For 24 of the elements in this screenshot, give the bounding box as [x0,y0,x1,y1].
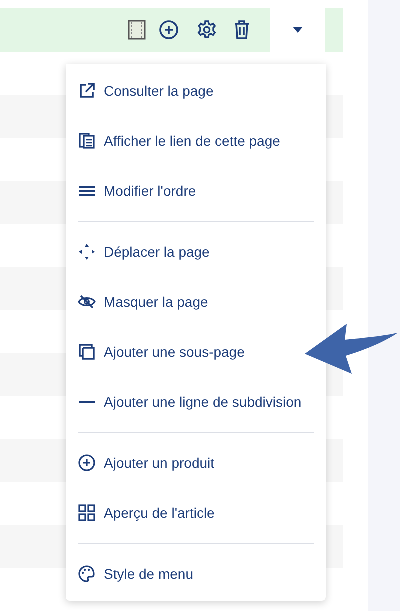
menu-item[interactable]: Ajouter une sous-page [66,327,251,377]
caret-icon [292,27,302,33]
subpage-icon [78,343,96,361]
menu-item[interactable]: Ajouter un produit [66,438,221,488]
settings-icon[interactable] [197,20,217,40]
palette-icon [78,565,96,583]
menu-item[interactable]: Aperçu de l'article [66,488,221,538]
hidden-eye-icon [78,293,96,311]
menu-item[interactable]: Consulter la page [66,66,220,116]
menu-item[interactable]: Déplacer la page [66,227,216,277]
film-icon[interactable] [128,20,146,40]
menu-item[interactable]: Masquer la page [66,277,214,327]
copy-icon [78,132,96,150]
move-icon [78,243,96,261]
add-icon[interactable] [159,20,179,40]
menu-item[interactable]: Afficher le lien de cette page [66,116,286,166]
menu-item[interactable]: Ajouter une ligne de subdivision [66,377,308,427]
line-icon [78,401,96,403]
grid-icon [78,504,96,522]
menu-item[interactable]: Modifier l'ordre [66,166,202,216]
delete-icon[interactable] [234,20,250,40]
add-icon [78,454,96,472]
external-link-icon [78,82,96,100]
menu-item[interactable]: Style de menu [66,549,200,599]
